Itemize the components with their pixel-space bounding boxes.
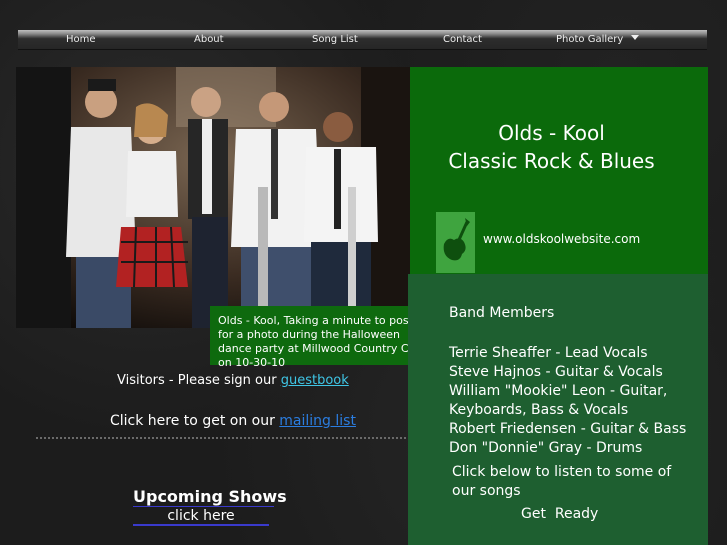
shows-divider	[133, 506, 274, 507]
guestbook-line: Visitors - Please sign our guestbook	[117, 373, 349, 388]
nav-contact[interactable]: Contact	[443, 34, 482, 45]
member-item: William "Mookie" Leon - Guitar, Keyboard…	[449, 383, 668, 418]
mailing-list-prefix: Click here to get on our	[110, 413, 280, 429]
member-item: Steve Hajnos - Guitar & Vocals	[449, 364, 663, 380]
upcoming-shows-link[interactable]: click here	[133, 508, 269, 526]
member-item: Terrie Sheaffer - Lead Vocals	[449, 345, 648, 361]
dotted-divider	[36, 437, 406, 439]
top-nav-bar: Home About Song List Contact Photo Galle…	[18, 30, 707, 50]
guestbook-link[interactable]: guestbook	[281, 373, 349, 388]
band-members-heading: Band Members	[449, 305, 555, 321]
nav-home[interactable]: Home	[66, 34, 96, 45]
listen-prompt: Click below to listen to some of our son…	[452, 464, 672, 499]
song-title[interactable]: Get Ready	[521, 506, 598, 522]
nav-photo-gallery[interactable]: Photo Gallery	[556, 34, 640, 45]
chevron-down-icon	[631, 35, 640, 40]
header-panel: Olds - Kool Classic Rock & Blues www.old…	[410, 67, 708, 274]
band-members-list: Terrie Sheaffer - Lead Vocals Steve Hajn…	[449, 344, 704, 458]
band-photo-image	[16, 67, 410, 328]
website-url: www.oldskoolwebsite.com	[483, 232, 641, 246]
band-logo	[436, 212, 475, 273]
band-title: Olds - Kool Classic Rock & Blues	[410, 119, 693, 175]
nav-about[interactable]: About	[194, 34, 224, 45]
member-item: Robert Friedensen - Guitar & Bass	[449, 421, 687, 437]
guitar-logo-icon	[436, 212, 475, 273]
photo-caption: Olds - Kool, Taking a minute to pose for…	[210, 306, 438, 369]
band-photo	[16, 67, 410, 328]
member-item: Don "Donnie" Gray - Drums	[449, 440, 643, 456]
band-name: Olds - Kool	[498, 121, 605, 145]
nav-photo-gallery-label: Photo Gallery	[556, 34, 624, 45]
band-genre: Classic Rock & Blues	[448, 149, 655, 173]
guestbook-prefix: Visitors - Please sign our	[117, 373, 281, 388]
upcoming-shows-heading: Upcoming Shows	[133, 487, 287, 506]
mailing-list-link[interactable]: mailing list	[279, 413, 356, 429]
nav-song-list[interactable]: Song List	[312, 34, 358, 45]
band-members-panel: Band Members Terrie Sheaffer - Lead Voca…	[408, 274, 708, 545]
mailing-list-line: Click here to get on our mailing list	[110, 412, 360, 431]
